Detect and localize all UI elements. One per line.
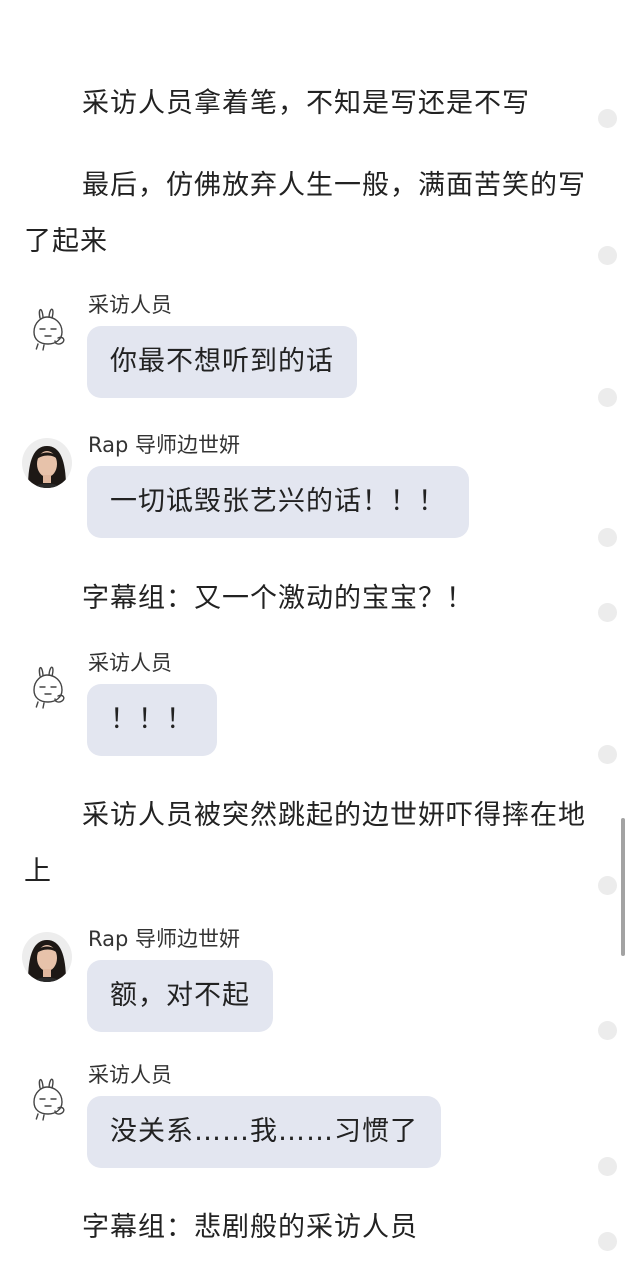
comment-dot-icon[interactable] [598,528,617,547]
rabbit-doodle-icon [22,302,72,352]
woman-portrait-avatar [22,438,72,488]
paragraph: 字幕组：悲剧般的采访人员 [82,1212,418,1243]
speaker-name: Rap 导师边世妍 [88,927,241,951]
comment-dot-icon[interactable] [598,745,617,764]
article-content: 采访人员拿着笔，不知是写还是不写 最后，仿佛放弃人生一般，满面苦笑的写了起来 采… [0,0,630,1280]
comment-dot-icon[interactable] [598,388,617,407]
paragraph: 采访人员被突然跳起的边世妍吓得摔在地上 [24,800,586,887]
comment-dot-icon[interactable] [598,246,617,265]
message-bubble: ！！！ [87,684,217,756]
scrollbar-thumb[interactable] [621,818,625,956]
comment-dot-icon[interactable] [598,1021,617,1040]
message-bubble: 一切诋毁张艺兴的话！！！ [87,466,469,538]
speaker-name: Rap 导师边世妍 [88,433,241,457]
woman-portrait-avatar [22,932,72,982]
rabbit-doodle-icon [22,660,72,710]
message-bubble: 你最不想听到的话 [87,326,357,398]
paragraph: 采访人员拿着笔，不知是写还是不写 [82,88,530,119]
comment-dot-icon[interactable] [598,1232,617,1251]
paragraph: 最后，仿佛放弃人生一般，满面苦笑的写了起来 [24,170,586,257]
message-bubble: 额，对不起 [87,960,273,1032]
paragraph: 字幕组：又一个激动的宝宝？！ [82,583,474,614]
rabbit-doodle-icon [22,1072,72,1122]
speaker-name: 采访人员 [88,1063,172,1087]
comment-dot-icon[interactable] [598,109,617,128]
message-bubble: 没关系……我……习惯了 [87,1096,441,1168]
speaker-name: 采访人员 [88,293,172,317]
speaker-name: 采访人员 [88,651,172,675]
comment-dot-icon[interactable] [598,1157,617,1176]
comment-dot-icon[interactable] [598,603,617,622]
comment-dot-icon[interactable] [598,876,617,895]
